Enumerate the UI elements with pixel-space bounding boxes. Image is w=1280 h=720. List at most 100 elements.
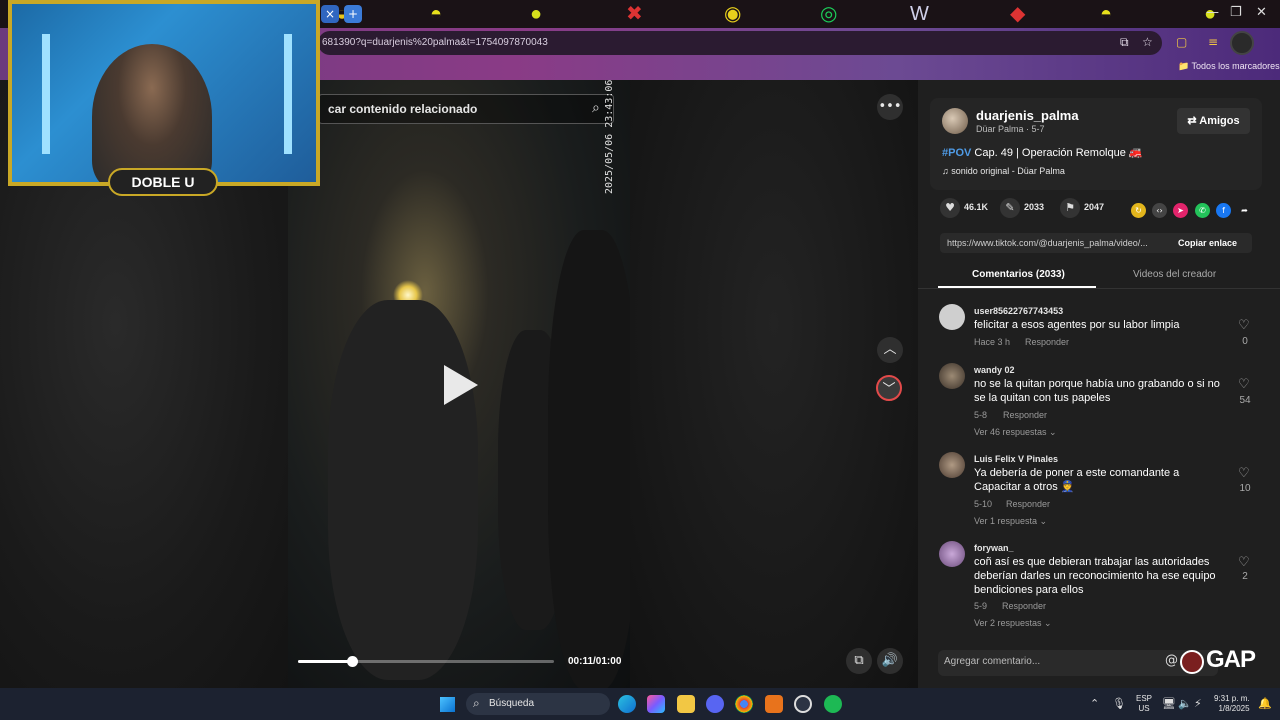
comment-like-icon[interactable]: ♡ bbox=[1238, 377, 1250, 392]
system-clock[interactable]: 9:31 p. m. 1/8/2025 bbox=[1214, 694, 1250, 714]
whatsapp-icon[interactable]: ✆ bbox=[1195, 203, 1210, 218]
share-icon[interactable]: ➦ bbox=[1237, 203, 1252, 218]
more-options-icon[interactable]: ••• bbox=[877, 94, 903, 120]
tab-comments[interactable]: Comentarios (2033) bbox=[972, 269, 1065, 280]
streamer-figure bbox=[92, 44, 212, 182]
comment-avatar[interactable] bbox=[939, 304, 965, 330]
copilot-icon[interactable] bbox=[647, 695, 665, 713]
discord-icon[interactable] bbox=[706, 695, 724, 713]
comment-username[interactable]: forywan_ bbox=[974, 543, 1014, 553]
comment-avatar[interactable] bbox=[939, 363, 965, 389]
add-comment-placeholder[interactable]: Agregar comentario... bbox=[944, 656, 1040, 667]
reply-button[interactable]: Responder bbox=[1003, 410, 1047, 420]
comment-like-icon[interactable]: ♡ bbox=[1238, 318, 1250, 333]
repost-icon[interactable]: ↻ bbox=[1131, 203, 1146, 218]
comment-username[interactable]: Luis Felix V Pinales bbox=[974, 454, 1058, 464]
friends-button-label: Amigos bbox=[1199, 115, 1240, 127]
volume-icon[interactable]: 🔊 bbox=[877, 648, 903, 674]
comment-like-icon[interactable]: ♡ bbox=[1238, 466, 1250, 481]
sound-link[interactable]: ♫ sonido original - Düar Palma bbox=[942, 166, 1065, 176]
spotify-icon[interactable] bbox=[824, 695, 842, 713]
facebook-icon[interactable]: f bbox=[1216, 203, 1231, 218]
microphone-icon[interactable]: 🎙 bbox=[1112, 697, 1126, 710]
minimize-icon[interactable]: — bbox=[1206, 5, 1219, 20]
next-video-icon[interactable]: ﹀ bbox=[876, 375, 902, 401]
mention-icon[interactable]: @ bbox=[1165, 653, 1178, 668]
install-app-icon[interactable]: ⧉ bbox=[1120, 35, 1129, 50]
video-caption: #POV Cap. 49 | Operación Remolque 🚒 bbox=[942, 146, 1143, 159]
comment-username[interactable]: user85622767743453 bbox=[974, 306, 1063, 316]
video-link[interactable]: https://www.tiktok.com/@duarjenis_palma/… bbox=[947, 238, 1148, 248]
edge-icon[interactable] bbox=[618, 695, 636, 713]
ww-decoration-icon: W bbox=[910, 3, 929, 25]
like-icon[interactable]: ♥ bbox=[940, 198, 960, 218]
comment-text: no se la quitan porque había uno graband… bbox=[974, 378, 1220, 404]
view-replies-link[interactable]: Ver 2 respuestas ⌄ bbox=[974, 618, 1052, 629]
comment-like-count: 0 bbox=[1242, 336, 1248, 347]
reply-button[interactable]: Responder bbox=[1002, 601, 1046, 611]
time-readout: 00:11/01:00 bbox=[568, 656, 622, 667]
comment-time: 5-8 bbox=[974, 410, 988, 420]
creator-subtitle: Düar Palma · 5-7 bbox=[976, 124, 1045, 134]
network-icon[interactable]: 🖥 bbox=[1162, 697, 1176, 710]
progress-knob[interactable] bbox=[346, 656, 358, 667]
close-window-icon[interactable]: ✕ bbox=[1256, 5, 1267, 20]
comment-icon[interactable]: ✎ bbox=[1000, 198, 1020, 218]
ball-decoration-icon: ✖ bbox=[626, 3, 643, 25]
obs-icon[interactable] bbox=[794, 695, 812, 713]
profile-avatar[interactable] bbox=[1230, 31, 1254, 55]
ball-decoration-icon: ● bbox=[530, 3, 543, 25]
search-icon[interactable]: ⌕ bbox=[592, 100, 600, 116]
taskbar-search[interactable] bbox=[466, 693, 610, 715]
bookmark-icon[interactable]: ⚑ bbox=[1060, 198, 1080, 218]
volume-tray-icon[interactable]: 🔈 bbox=[1178, 697, 1192, 710]
watermark-text: GAP bbox=[1206, 646, 1256, 673]
all-bookmarks-label: Todos los marcadores bbox=[1191, 61, 1280, 71]
webcam-overlay bbox=[8, 0, 320, 186]
windows-start-icon[interactable] bbox=[440, 697, 455, 712]
comment-avatar[interactable] bbox=[939, 541, 965, 567]
file-explorer-icon[interactable] bbox=[677, 695, 695, 713]
clock-date: 1/8/2025 bbox=[1218, 704, 1250, 713]
taskbar-search-label[interactable]: Búsqueda bbox=[489, 698, 534, 709]
caption-hashtag[interactable]: #POV bbox=[942, 147, 971, 159]
tab-divider bbox=[918, 288, 1280, 289]
battery-icon[interactable]: ⚡ bbox=[1194, 697, 1202, 710]
tab-creator-videos[interactable]: Videos del creador bbox=[1133, 269, 1216, 280]
comment-username[interactable]: wandy 02 bbox=[974, 365, 1015, 375]
person-silhouette bbox=[328, 300, 478, 680]
comment-like-icon[interactable]: ♡ bbox=[1238, 555, 1250, 570]
creator-username[interactable]: duarjenis_palma bbox=[976, 108, 1079, 123]
related-search-placeholder[interactable]: car contenido relacionado bbox=[328, 102, 477, 116]
notifications-icon[interactable]: 🔔 bbox=[1258, 697, 1272, 710]
language-indicator[interactable]: ESP US bbox=[1136, 694, 1152, 714]
show-hidden-icons[interactable]: ⌃ bbox=[1090, 697, 1099, 710]
copy-link-button[interactable]: Copiar enlace bbox=[1178, 238, 1237, 248]
previous-video-icon[interactable]: ︿ bbox=[877, 337, 903, 363]
reading-list-icon[interactable]: ≡ bbox=[1208, 35, 1218, 49]
bookmark-star-icon[interactable]: ☆ bbox=[1142, 35, 1153, 49]
comment-avatar[interactable] bbox=[939, 452, 965, 478]
timestamp-text: 2025/05/06 23:43:06 bbox=[604, 79, 615, 194]
chrome-icon[interactable] bbox=[735, 695, 753, 713]
maximize-icon[interactable]: ❐ bbox=[1230, 5, 1242, 20]
reply-button[interactable]: Responder bbox=[1006, 499, 1050, 509]
new-tab-button[interactable]: + bbox=[344, 5, 362, 23]
reply-button[interactable]: Responder bbox=[1025, 337, 1069, 347]
all-bookmarks-link[interactable]: 📁 Todos los marcadores bbox=[1178, 61, 1280, 72]
app-icon[interactable] bbox=[765, 695, 783, 713]
language-code: ESP bbox=[1136, 694, 1153, 703]
embed-icon[interactable]: ‹› bbox=[1152, 203, 1167, 218]
creator-avatar[interactable] bbox=[942, 108, 968, 134]
tab-close-button[interactable]: × bbox=[321, 5, 339, 23]
view-replies-link[interactable]: Ver 1 respuesta ⌄ bbox=[974, 516, 1047, 527]
friends-button[interactable]: ⇄ Amigos bbox=[1177, 108, 1250, 134]
floating-player-icon[interactable]: ⧉ bbox=[846, 648, 872, 674]
view-replies-link[interactable]: Ver 46 respuestas ⌄ bbox=[974, 427, 1057, 438]
taskbar bbox=[0, 688, 1280, 720]
extension-icon[interactable]: ▢ bbox=[1176, 35, 1187, 49]
address-url[interactable]: 681390?q=duarjenis%20palma&t=17540978700… bbox=[322, 37, 548, 48]
superman-decoration-icon: ◆ bbox=[1010, 3, 1026, 25]
play-icon[interactable] bbox=[444, 365, 478, 405]
send-icon[interactable]: ➤ bbox=[1173, 203, 1188, 218]
